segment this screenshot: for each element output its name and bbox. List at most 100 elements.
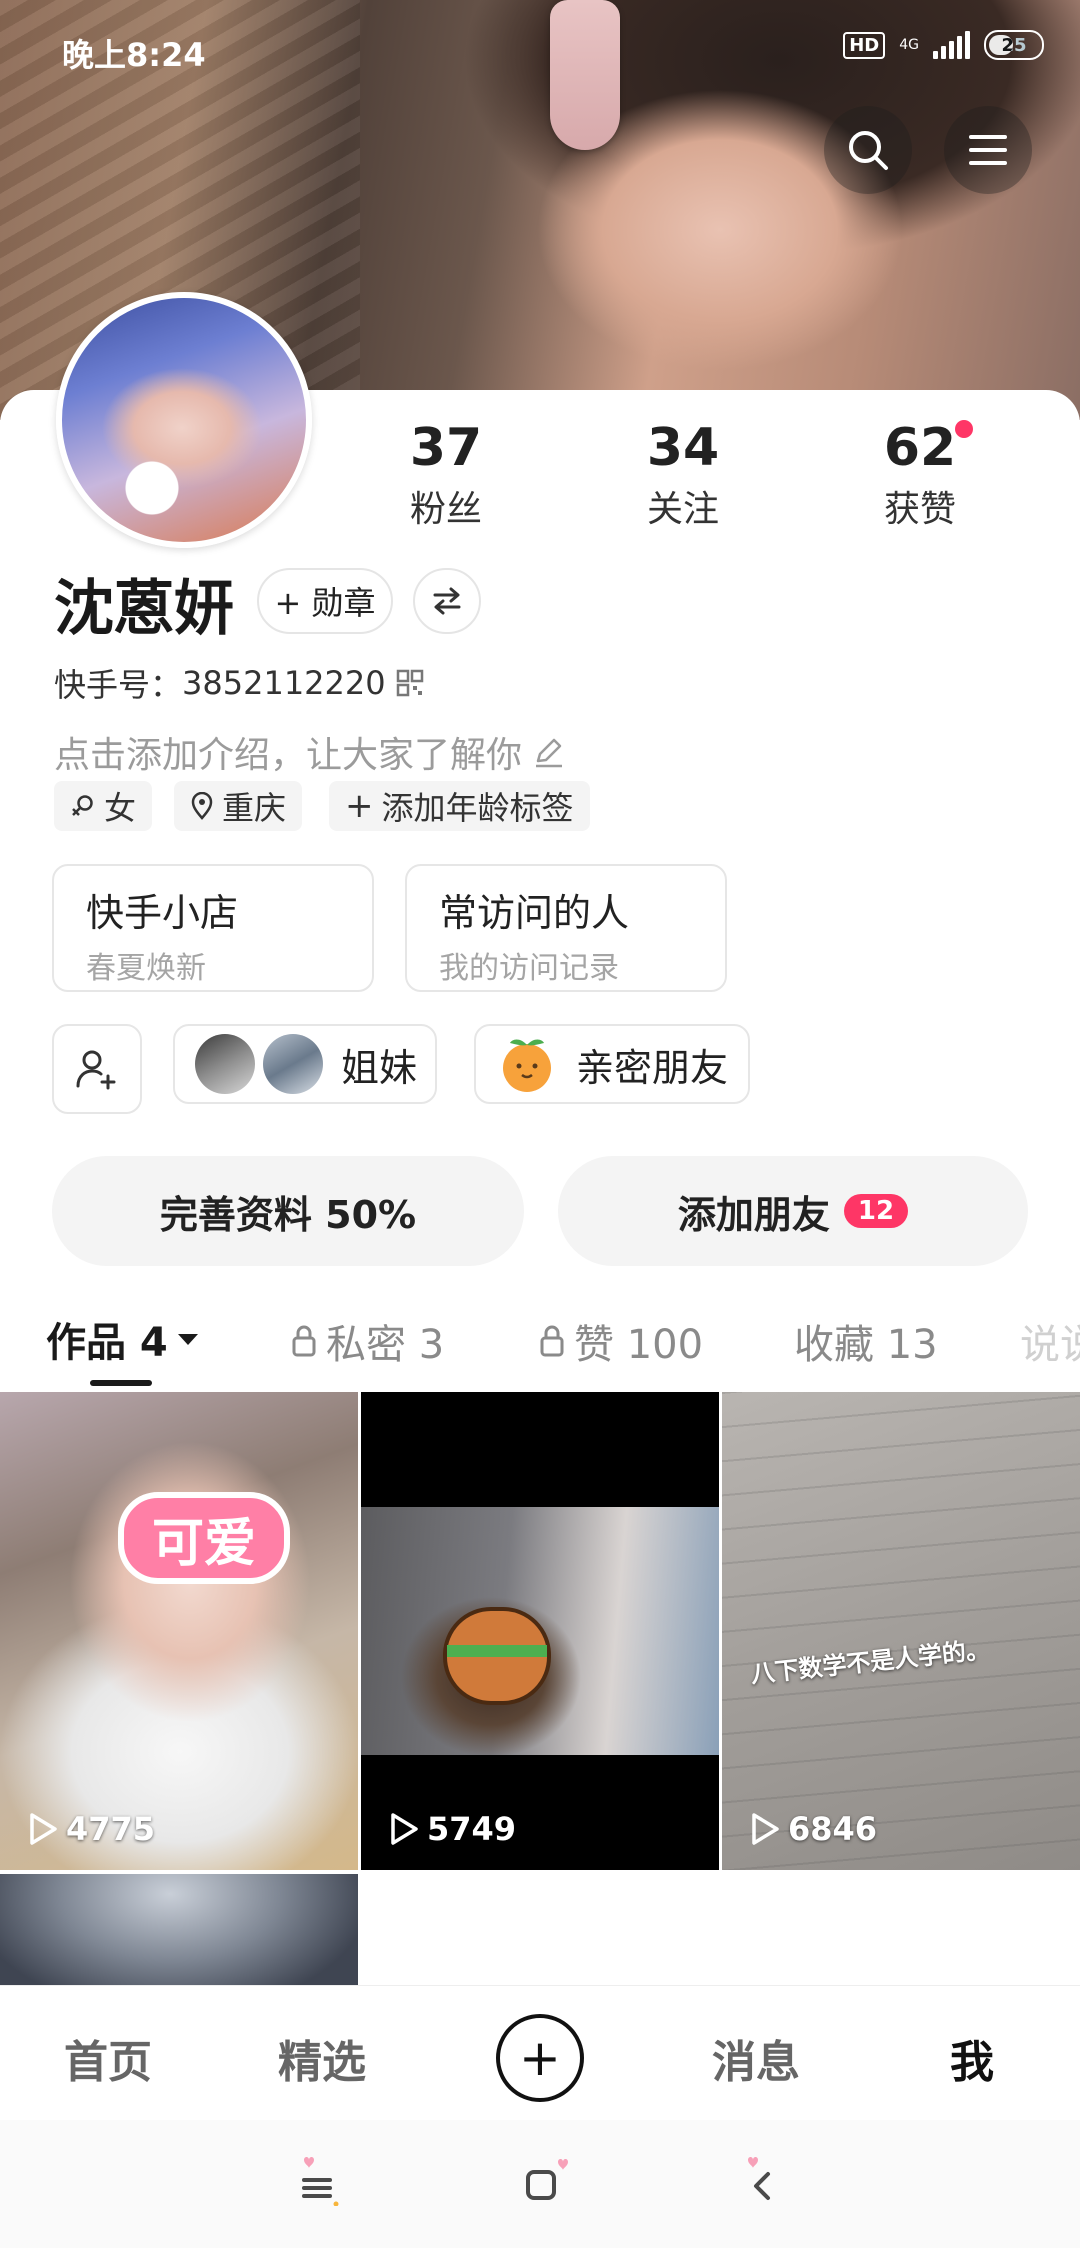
signal-icon: [933, 31, 970, 59]
status-icons: HD 4G 25: [843, 30, 1044, 60]
kuaishou-shop-card[interactable]: 快手小店 春夏焕新: [52, 864, 374, 992]
swap-icon: [433, 587, 461, 615]
tab-works[interactable]: 作品 4: [46, 1310, 200, 1368]
following-label: 关注: [646, 489, 719, 530]
play-icon: [752, 1813, 779, 1845]
tab-moments-label: 说说: [1020, 1322, 1080, 1368]
kuaishou-id-row[interactable]: 快手号： 3852112220: [54, 660, 424, 706]
add-friends-label: 添加朋友: [677, 1192, 830, 1237]
play-icon: [391, 1813, 418, 1845]
add-friends-badge: 12: [843, 1194, 909, 1228]
burger-sticker: [443, 1607, 551, 1705]
visitors-subtitle: 我的访问记录: [439, 951, 619, 986]
play-count: 4775: [28, 1810, 155, 1848]
video-thumbnail[interactable]: 八下数学不是人学的。 6846: [722, 1392, 1080, 1870]
video-thumbnail[interactable]: 可爱 4775: [0, 1392, 358, 1870]
tab-moments[interactable]: 说说: [1020, 1312, 1080, 1370]
kuaishou-id: 3852112220: [182, 664, 386, 702]
shop-title: 快手小店: [86, 891, 239, 935]
nav-home[interactable]: 首页: [64, 2026, 152, 2090]
play-count-value: 4775: [66, 1810, 156, 1848]
sisters-group-chip[interactable]: 姐妹: [173, 1024, 437, 1104]
location-pin-icon: [191, 792, 213, 820]
tab-favorites[interactable]: 收藏 13: [794, 1312, 938, 1370]
visitors-title: 常访问的人: [439, 891, 630, 935]
add-friends-button[interactable]: 添加朋友 12: [558, 1156, 1028, 1266]
profile-name: 沈蒽妍: [54, 574, 234, 644]
orange-fruit-icon: [503, 1039, 551, 1092]
home-square-icon[interactable]: [522, 2156, 572, 2206]
tab-favorites-label: 收藏 13: [794, 1322, 938, 1368]
gender-label: 女: [104, 789, 137, 827]
plus-icon: +: [345, 786, 374, 826]
search-icon: [849, 131, 888, 170]
sisters-label: 姐妹: [341, 1045, 418, 1090]
close-friends-chip[interactable]: 亲密朋友: [474, 1024, 750, 1104]
stat-following[interactable]: 34 关注: [603, 418, 763, 532]
avatar[interactable]: [56, 292, 312, 548]
tab-private[interactable]: 私密 3: [290, 1312, 444, 1370]
caret-down-icon: [177, 1334, 198, 1345]
network-type: 4G: [899, 37, 919, 53]
frequent-visitors-card[interactable]: 常访问的人 我的访问记录: [405, 864, 727, 992]
intro-placeholder[interactable]: 点击添加介绍，让大家了解你: [54, 726, 566, 778]
tab-active-indicator: [90, 1380, 152, 1386]
stat-likes[interactable]: 62 获赞: [840, 418, 1000, 532]
menu-icon: [969, 135, 1007, 165]
play-count: 5749: [389, 1810, 516, 1848]
kuaishou-id-label: 快手号：: [54, 666, 183, 704]
nav-featured[interactable]: 精选: [278, 2026, 366, 2090]
play-count-value: 6846: [788, 1810, 878, 1848]
battery-icon: 25: [984, 30, 1044, 60]
switch-account-button[interactable]: [413, 568, 481, 634]
system-navigation-bar: [0, 2120, 1080, 2248]
likes-label: 获赞: [883, 489, 956, 530]
complete-profile-button[interactable]: 完善资料 50%: [52, 1156, 524, 1266]
qr-code-icon[interactable]: [396, 669, 424, 697]
menu-button[interactable]: [944, 106, 1032, 194]
friend-avatar: [263, 1034, 323, 1094]
video-frame: [361, 1507, 719, 1755]
tab-liked[interactable]: 赞 100: [538, 1312, 703, 1370]
add-user-icon: [76, 1050, 116, 1090]
gender-tag[interactable]: 女: [54, 781, 153, 831]
location-label: 重庆: [222, 789, 287, 827]
cute-sticker: 可爱: [118, 1492, 290, 1584]
nav-messages[interactable]: 消息: [712, 2026, 800, 2090]
video-thumbnail[interactable]: [0, 1874, 358, 1985]
status-time: 晚上8:24: [62, 36, 206, 74]
lock-icon: [540, 1325, 564, 1357]
medal-button[interactable]: + 勋章: [257, 568, 393, 634]
video-caption: 八下数学不是人学的。: [749, 1635, 992, 1689]
nav-me[interactable]: 我: [950, 2026, 994, 2090]
complete-profile-label: 完善资料 50%: [159, 1192, 417, 1237]
add-age-label: 添加年龄标签: [381, 789, 574, 827]
add-friend-chip[interactable]: [52, 1024, 142, 1114]
back-icon[interactable]: [744, 2156, 784, 2206]
battery-level: 25: [1001, 34, 1027, 56]
lock-icon: [292, 1325, 316, 1357]
stat-fans[interactable]: 37 粉丝: [366, 418, 526, 532]
likes-count: 62: [883, 418, 957, 478]
create-post-button[interactable]: +: [496, 2014, 584, 2102]
intro-text: 点击添加介绍，让大家了解你: [54, 735, 523, 776]
fans-label: 粉丝: [409, 489, 482, 530]
recent-apps-icon[interactable]: [296, 2156, 342, 2206]
tab-private-label: 私密 3: [326, 1322, 445, 1368]
edit-pencil-icon: [536, 738, 563, 768]
search-button[interactable]: [824, 106, 912, 194]
bottom-navigation: 首页 精选 + 消息 我: [0, 1985, 1080, 2121]
play-count: 6846: [750, 1810, 877, 1848]
add-age-tag[interactable]: + 添加年龄标签: [329, 781, 590, 831]
likes-notification-dot: [955, 420, 973, 438]
tab-works-label: 作品 4: [46, 1320, 168, 1366]
friend-avatar: [195, 1034, 255, 1094]
cover-hairclip-decoration: [550, 0, 620, 150]
female-icon: [72, 795, 93, 816]
location-tag[interactable]: 重庆: [174, 781, 303, 831]
following-count: 34: [646, 418, 720, 478]
shop-subtitle: 春夏焕新: [86, 951, 206, 986]
video-thumbnail[interactable]: 5749: [361, 1392, 719, 1870]
hd-icon: HD: [843, 31, 886, 59]
play-icon: [30, 1813, 57, 1845]
